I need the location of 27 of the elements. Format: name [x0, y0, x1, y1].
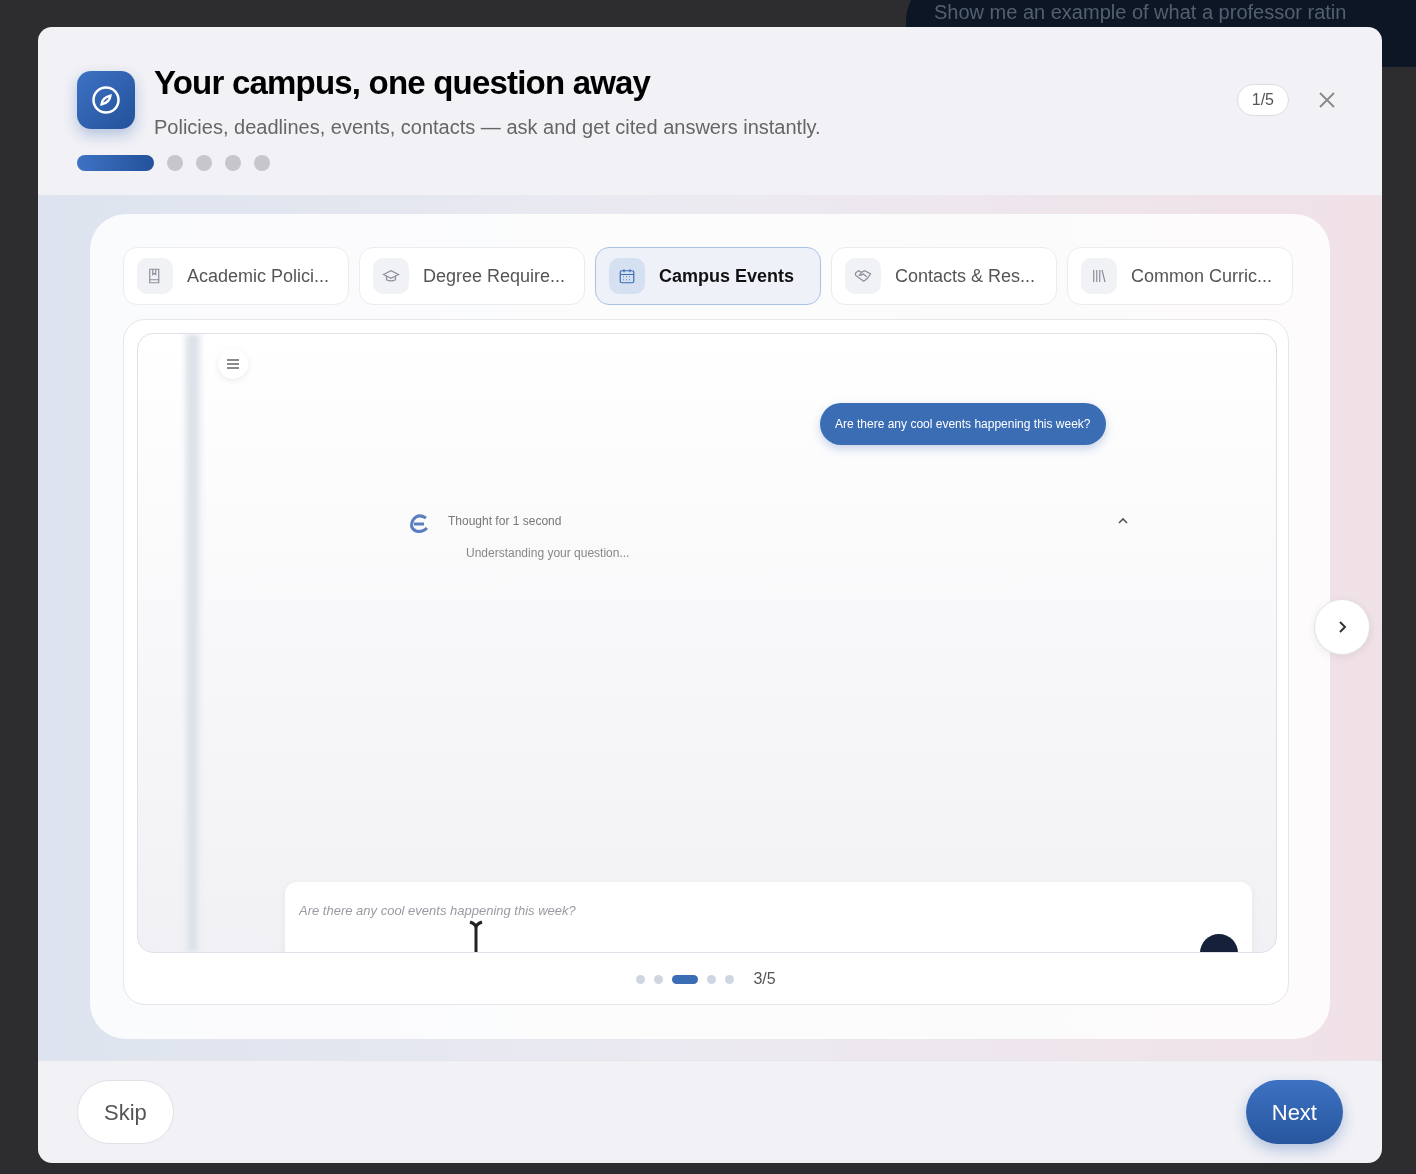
handshake-icon	[845, 258, 881, 294]
assistant-logo-icon	[408, 514, 430, 534]
category-tab[interactable]: Academic Polici...	[123, 247, 349, 305]
menu-icon	[218, 349, 248, 379]
dialog-subtitle: Policies, deadlines, events, contacts — ask and get cited answers instantly.	[154, 115, 821, 140]
book-icon	[137, 258, 173, 294]
category-tab[interactable]: Degree Require...	[359, 247, 585, 305]
user-message: Are there any cool events happening this week?	[820, 403, 1106, 445]
library-icon	[1081, 258, 1117, 294]
thinking-step: Understanding your question...	[466, 544, 630, 562]
graduation-cap-icon	[373, 258, 409, 294]
chevron-up-icon	[1117, 517, 1129, 525]
skip-button[interactable]: Skip	[77, 1080, 174, 1144]
calendar-icon	[609, 258, 645, 294]
step-badge: 1/5	[1236, 84, 1289, 116]
next-slide-button[interactable]	[1314, 599, 1370, 655]
close-icon	[1317, 90, 1337, 110]
dialog-title: Your campus, one question away	[154, 63, 652, 103]
category-tab[interactable]: Campus Events	[595, 247, 821, 305]
thinking-step: Thought for 1 second	[448, 512, 630, 530]
input-text: Are there any cool events happening this week?	[299, 903, 576, 918]
prompt-text: Show me an example of what a professor ratin	[934, 1, 1347, 23]
category-tab[interactable]: Contacts & Res...	[831, 247, 1057, 305]
compass-icon	[77, 71, 135, 129]
next-button[interactable]: Next	[1245, 1080, 1343, 1144]
slide-counter: 3/5	[753, 969, 776, 989]
category-tab[interactable]: Common Curric...	[1067, 247, 1293, 305]
